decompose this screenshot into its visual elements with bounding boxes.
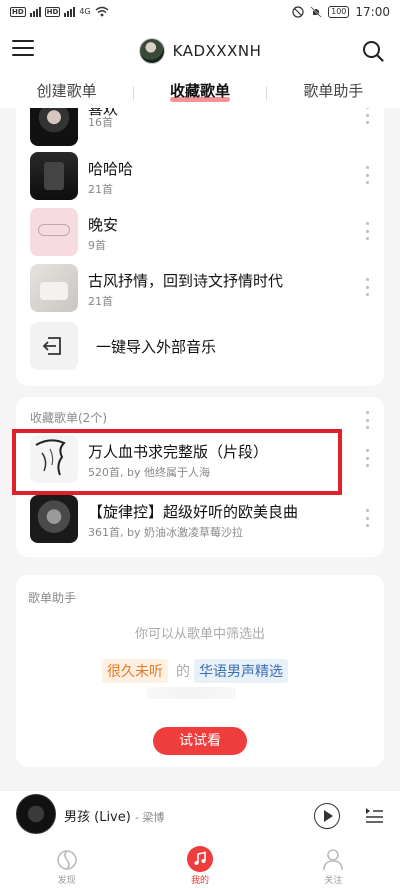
- follow-user-icon: [323, 849, 344, 871]
- playlist-row[interactable]: 哈哈哈 21首: [16, 152, 384, 202]
- filter-chip-genre[interactable]: 华语男声精选: [194, 659, 288, 683]
- now-playing[interactable]: 男孩 (Live) - 梁博: [64, 806, 164, 825]
- network-label: 4G: [79, 7, 91, 16]
- search-icon[interactable]: [362, 40, 384, 62]
- filter-chip-time[interactable]: 很久未听: [102, 659, 168, 683]
- username[interactable]: KADXXXNH: [173, 42, 262, 60]
- import-icon-box: [30, 322, 78, 370]
- bottom-nav: 发现 我的 关注: [0, 840, 400, 888]
- playlist-title: 晚安: [88, 216, 119, 234]
- wifi-icon: [95, 6, 109, 17]
- tab-divider: [266, 86, 267, 100]
- try-button[interactable]: 试试看: [153, 727, 247, 755]
- highlight-box: [12, 429, 342, 495]
- playlist-title: 古风抒情，回到诗文抒情时代: [88, 272, 284, 290]
- playlist-tabs: 创建歌单 收藏歌单 歌单助手: [0, 74, 400, 108]
- helper-hint: 你可以从歌单中筛选出: [134, 627, 265, 642]
- tab-helper[interactable]: 歌单助手: [267, 74, 400, 108]
- mute-bell-icon: [310, 6, 322, 18]
- playlist-title: 【旋律控】超级好听的欧美良曲: [88, 503, 299, 521]
- status-right: 100 17:00: [292, 5, 390, 19]
- discover-icon: [56, 850, 77, 870]
- connector-text: 的: [176, 664, 190, 680]
- nav-mine[interactable]: 我的: [133, 840, 266, 888]
- more-icon[interactable]: [364, 108, 370, 124]
- playlist-meta: 361首, by 奶油冰激凌草莓沙拉: [88, 526, 243, 539]
- nav-discover[interactable]: 发现: [0, 840, 133, 888]
- more-icon[interactable]: [364, 509, 370, 527]
- top-bar: KADXXXNH: [0, 28, 400, 74]
- import-icon: [42, 337, 61, 355]
- more-icon[interactable]: [364, 166, 370, 184]
- playlist-cover: [30, 152, 78, 200]
- playlist-row[interactable]: 喜欢 16首: [16, 108, 384, 148]
- play-icon[interactable]: [314, 803, 340, 829]
- faded-chip-row: [146, 687, 236, 699]
- more-icon[interactable]: [364, 278, 370, 296]
- more-icon[interactable]: [364, 449, 370, 467]
- hd-badge-1: HD: [10, 6, 26, 17]
- tab-collected[interactable]: 收藏歌单: [133, 74, 266, 108]
- nav-label: 关注: [324, 876, 343, 886]
- nav-follow[interactable]: 关注: [267, 840, 400, 888]
- album-disc[interactable]: [16, 794, 56, 834]
- song-artist: 梁博: [142, 811, 165, 824]
- hd-badge-2: HD: [44, 6, 61, 17]
- playlist-count: 21首: [88, 183, 113, 196]
- nav-label: 我的: [190, 876, 209, 886]
- status-left: HD HD 4G: [10, 6, 109, 17]
- created-playlists-card: 喜欢 16首 哈哈哈 21首 晚安 9首 古风抒情，回到诗文抒情时代 21首 一…: [16, 108, 384, 386]
- playlist-cover: [30, 108, 78, 146]
- playlist-count: 16首: [88, 116, 113, 129]
- avatar[interactable]: [138, 38, 165, 64]
- user-header[interactable]: KADXXXNH: [0, 38, 400, 64]
- import-label: 一键导入外部音乐: [96, 338, 217, 356]
- playlist-queue-icon[interactable]: [364, 805, 384, 825]
- battery-icon: 100: [328, 6, 350, 18]
- music-note-icon: [186, 846, 213, 872]
- signal-icon-1: [29, 6, 41, 17]
- playlist-count: 9首: [88, 239, 106, 252]
- nav-label: 发现: [57, 876, 76, 886]
- playlist-row[interactable]: 古风抒情，回到诗文抒情时代 21首: [16, 264, 384, 314]
- playlist-count: 21首: [88, 295, 113, 308]
- clock: 17:00: [355, 5, 390, 19]
- song-title: 男孩 (Live): [64, 810, 131, 825]
- more-icon[interactable]: [364, 222, 370, 240]
- tab-created[interactable]: 创建歌单: [0, 74, 133, 108]
- playlist-row[interactable]: 晚安 9首: [16, 208, 384, 258]
- playlist-title: 哈哈哈: [88, 160, 134, 178]
- playlist-cover: [30, 208, 78, 256]
- tab-divider: [133, 86, 134, 100]
- import-music-row[interactable]: 一键导入外部音乐: [16, 322, 384, 372]
- more-icon[interactable]: [364, 411, 370, 429]
- collected-playlist-row[interactable]: 【旋律控】超级好听的欧美良曲 361首, by 奶油冰激凌草莓沙拉: [16, 495, 384, 545]
- signal-icon-2: [64, 6, 76, 17]
- section-title: 歌单助手: [28, 591, 77, 605]
- status-bar: HD HD 4G 100 17:00: [0, 0, 400, 28]
- playlist-cover: [30, 264, 78, 312]
- playlist-cover: [30, 495, 78, 543]
- mini-player[interactable]: 男孩 (Live) - 梁博: [0, 790, 400, 840]
- section-title: 收藏歌单(2个): [30, 411, 107, 425]
- no-disturb-icon: [292, 6, 304, 18]
- playlist-helper-card: 歌单助手 你可以从歌单中筛选出 很久未听 的 华语男声精选 试试看: [16, 575, 384, 767]
